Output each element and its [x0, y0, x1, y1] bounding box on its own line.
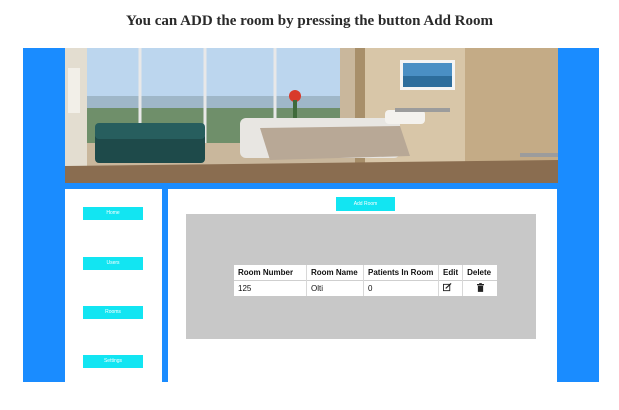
main-content: Add Room Room Number Room Name Patients … [168, 189, 557, 382]
sidebar-item-users[interactable]: Users [83, 257, 143, 270]
sidebar-item-home[interactable]: Home [83, 207, 143, 220]
header-room-number: Room Number [234, 265, 307, 281]
cell-room-name: Olti [306, 280, 364, 296]
hospital-room-banner [65, 48, 558, 183]
cell-edit [438, 280, 464, 296]
header-room-name: Room Name [306, 265, 364, 281]
header-patients-in-room: Patients In Room [363, 265, 439, 281]
rooms-table: Room Number Room Name Patients In Room E… [234, 265, 498, 296]
add-room-button[interactable]: Add Room [336, 197, 395, 211]
table-row: 125 Olti 0 [234, 280, 498, 296]
cell-room-number: 125 [234, 280, 307, 296]
header-edit: Edit [438, 265, 464, 281]
sidebar-item-rooms[interactable]: Rooms [83, 306, 143, 319]
edit-icon[interactable] [443, 283, 452, 292]
sidebar: Home Users Rooms Settings [65, 189, 162, 382]
instruction-caption: You can ADD the room by pressing the but… [125, 13, 493, 29]
trash-icon[interactable] [476, 283, 484, 292]
table-header-row: Room Number Room Name Patients In Room E… [234, 265, 497, 281]
cell-patients: 0 [363, 280, 439, 296]
cell-delete [462, 280, 498, 296]
app-frame: Home Users Rooms Settings Add Room Room … [23, 48, 599, 382]
sidebar-item-settings[interactable]: Settings [83, 355, 143, 368]
header-delete: Delete [467, 268, 492, 277]
rooms-panel: Room Number Room Name Patients In Room E… [186, 214, 536, 339]
